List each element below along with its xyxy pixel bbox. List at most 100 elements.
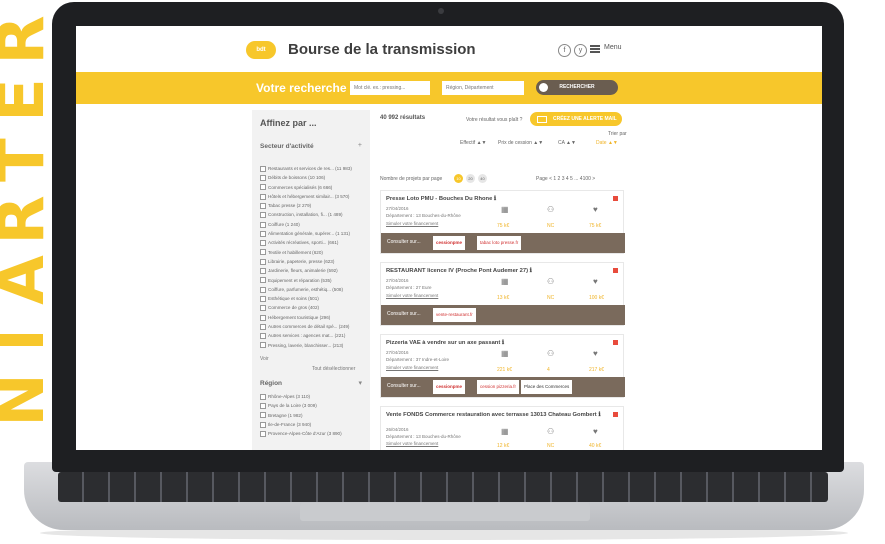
site-logo[interactable]: bdt bbox=[246, 41, 276, 59]
pagination[interactable]: Page < 1 2 3 4 5 ... 4100 > bbox=[536, 176, 595, 182]
search-button[interactable]: RECHERCHER bbox=[536, 80, 618, 95]
listing-card[interactable]: Vente FONDS Commerce restauration avec t… bbox=[380, 406, 624, 450]
sector-filter-item[interactable]: Hôtels et hébergement similair... (3 570… bbox=[260, 192, 368, 201]
sector-filter-item[interactable]: Esthétique et soins (501) bbox=[260, 294, 368, 303]
partner-tag[interactable]: cessionpme bbox=[433, 236, 466, 250]
sort-date[interactable]: Date ▲▼ bbox=[596, 140, 618, 146]
building-icon: ▦ bbox=[501, 427, 509, 436]
see-more-link[interactable]: Voir bbox=[260, 356, 269, 362]
listing-value: 75 k€ bbox=[497, 223, 510, 229]
side-letter: R bbox=[0, 10, 48, 70]
youtube-icon[interactable]: y bbox=[574, 44, 587, 57]
sector-plus-icon[interactable]: + bbox=[358, 142, 362, 149]
sector-filter-item[interactable]: Restaurants et services de res... (11 98… bbox=[260, 164, 368, 173]
region-filter-item[interactable]: Bretagne (1 982) bbox=[260, 411, 368, 420]
simulate-link[interactable]: Simuler votre financement bbox=[386, 221, 438, 226]
partner-tag[interactable]: Place des Commerces bbox=[521, 380, 573, 394]
listing-value: 12 k€ bbox=[497, 443, 510, 449]
sector-filter-item[interactable]: Librairie, papeterie, presse (623) bbox=[260, 257, 368, 266]
people-icon: ⚇ bbox=[547, 349, 555, 358]
per-page-10[interactable]: 10 bbox=[454, 174, 463, 183]
envelope-icon bbox=[537, 116, 547, 123]
sector-filter-item[interactable]: Commerces spécialisés (6 666) bbox=[260, 183, 368, 192]
region-filter-item[interactable]: Provence-Alpes-Côte d'Azur (3 890) bbox=[260, 429, 368, 438]
listing-value: 13 k€ bbox=[497, 295, 510, 301]
sector-filter-item[interactable]: Débits de boissons (10 106) bbox=[260, 173, 368, 182]
results-panel: 40 992 résultats Votre résultat vous pla… bbox=[380, 110, 627, 450]
listing-title[interactable]: Pizzeria VAE à vendre sur un axe passant… bbox=[386, 340, 504, 346]
region-input[interactable] bbox=[442, 81, 524, 95]
sector-filter-item[interactable]: Alimentation générale, supérer... (1 131… bbox=[260, 229, 368, 238]
listing-value: 75 k€ bbox=[589, 223, 602, 229]
simulate-link[interactable]: Simuler votre financement bbox=[386, 441, 438, 446]
simulate-link[interactable]: Simuler votre financement bbox=[386, 293, 438, 298]
region-filter-item[interactable]: Ile-de-France (3 940) bbox=[260, 420, 368, 429]
listing-dept: Département : 13 Bouches-du-Rhône bbox=[386, 434, 461, 439]
simulate-link[interactable]: Simuler votre financement bbox=[386, 365, 438, 370]
site-title[interactable]: Bourse de la transmission bbox=[288, 41, 476, 58]
coins-icon: ♥ bbox=[593, 427, 598, 436]
sector-filter-item[interactable]: Pressing, laverie, blanchisser... (213) bbox=[260, 341, 368, 350]
flag-icon[interactable] bbox=[613, 196, 618, 201]
sector-filter-item[interactable]: Construction, installation, fi... (1 489… bbox=[260, 210, 368, 219]
listing-card[interactable]: Pizzeria VAE à vendre sur un axe passant… bbox=[380, 334, 625, 398]
create-alert-button[interactable]: CRÉEZ UNE ALERTE MAIL bbox=[530, 112, 622, 126]
listing-value: 217 k€ bbox=[589, 367, 605, 373]
partner-tag[interactable]: vente-restaurant.fr bbox=[433, 308, 476, 322]
region-filter-item[interactable]: Pays de la Loire (3 009) bbox=[260, 401, 368, 410]
facebook-icon[interactable]: f bbox=[558, 44, 571, 57]
listing-card[interactable]: Presse Loto PMU - Bouches Du Rhone ℹ 27/… bbox=[380, 190, 625, 254]
listing-dept: Département : 37 Indre-et-Loire bbox=[386, 357, 450, 362]
sector-filter-item[interactable]: Tabac presse (2 279) bbox=[260, 201, 368, 210]
sector-filter-item[interactable]: Activités récréatives, sporti... (661) bbox=[260, 238, 368, 247]
region-chevron-icon[interactable]: ▾ bbox=[358, 379, 362, 387]
sector-heading[interactable]: Secteur d'activité bbox=[260, 143, 314, 150]
coins-icon: ♥ bbox=[593, 349, 598, 358]
per-page-20[interactable]: 20 bbox=[466, 174, 475, 183]
deselect-all-link[interactable]: Tout désélectionner bbox=[312, 366, 355, 372]
listing-date: 27/04/2016 bbox=[386, 278, 409, 283]
listing-value: 4 bbox=[547, 367, 550, 373]
sector-filter-item[interactable]: Coiffure, parfumerie, esthétiq... (508) bbox=[260, 285, 368, 294]
search-toggle-icon bbox=[539, 83, 548, 92]
people-icon: ⚇ bbox=[547, 205, 555, 214]
flag-icon[interactable] bbox=[613, 412, 618, 417]
consult-label: Consulter sur... bbox=[387, 239, 421, 245]
sort-prix[interactable]: Prix de cession ▲▼ bbox=[498, 140, 543, 146]
region-filter-list: Rhône-Alpes (3 110) Pays de la Loire (3 … bbox=[260, 392, 368, 438]
coins-icon: ♥ bbox=[593, 277, 598, 286]
alert-question: Votre résultat vous plaît ? bbox=[466, 117, 523, 123]
listing-footer: Consulter sur... cessionpme cession pizz… bbox=[381, 377, 625, 397]
sector-filter-item[interactable]: Commerce de gros (402) bbox=[260, 303, 368, 312]
side-letter: R bbox=[0, 190, 48, 250]
partner-tag[interactable]: cession pizzeria.fr bbox=[477, 380, 520, 394]
flag-icon[interactable] bbox=[613, 340, 618, 345]
menu-icon[interactable] bbox=[590, 45, 600, 53]
people-icon: ⚇ bbox=[547, 427, 555, 436]
sort-effectif[interactable]: Effectif ▲▼ bbox=[460, 140, 486, 146]
flag-icon[interactable] bbox=[613, 268, 618, 273]
partner-tag[interactable]: cessionpme bbox=[433, 380, 466, 394]
sector-filter-item[interactable]: Autres services : agences mat... (221) bbox=[260, 331, 368, 340]
sort-ca[interactable]: CA ▲▼ bbox=[558, 140, 576, 146]
listing-footer: Consulter sur... vente-restaurant.fr bbox=[381, 305, 625, 325]
sector-filter-item[interactable]: Jardinerie, fleurs, animalerie (592) bbox=[260, 266, 368, 275]
laptop-trackpad bbox=[300, 503, 590, 521]
sector-filter-item[interactable]: Equipement et réparation (535) bbox=[260, 276, 368, 285]
region-heading[interactable]: Région bbox=[260, 380, 282, 387]
listing-card[interactable]: RESTAURANT licence IV (Proche Pont Audem… bbox=[380, 262, 625, 326]
listing-title[interactable]: RESTAURANT licence IV (Proche Pont Audem… bbox=[386, 268, 532, 274]
menu-label[interactable]: Menu bbox=[604, 44, 622, 51]
listing-date: 26/04/2016 bbox=[386, 427, 409, 432]
side-letter: N bbox=[0, 370, 48, 430]
listing-title[interactable]: Vente FONDS Commerce restauration avec t… bbox=[386, 412, 606, 418]
sector-filter-item[interactable]: Hébergement touristique (296) bbox=[260, 313, 368, 322]
per-page-40[interactable]: 40 bbox=[478, 174, 487, 183]
sector-filter-item[interactable]: Textile et habillement (620) bbox=[260, 248, 368, 257]
region-filter-item[interactable]: Rhône-Alpes (3 110) bbox=[260, 392, 368, 401]
sector-filter-item[interactable]: Autres commerces de détail spé... (249) bbox=[260, 322, 368, 331]
sector-filter-item[interactable]: Coiffure (1 240) bbox=[260, 220, 368, 229]
listing-title[interactable]: Presse Loto PMU - Bouches Du Rhone ℹ bbox=[386, 196, 496, 202]
keyword-input[interactable] bbox=[350, 81, 430, 95]
partner-tag[interactable]: tabac loto presse.fr bbox=[477, 236, 522, 250]
